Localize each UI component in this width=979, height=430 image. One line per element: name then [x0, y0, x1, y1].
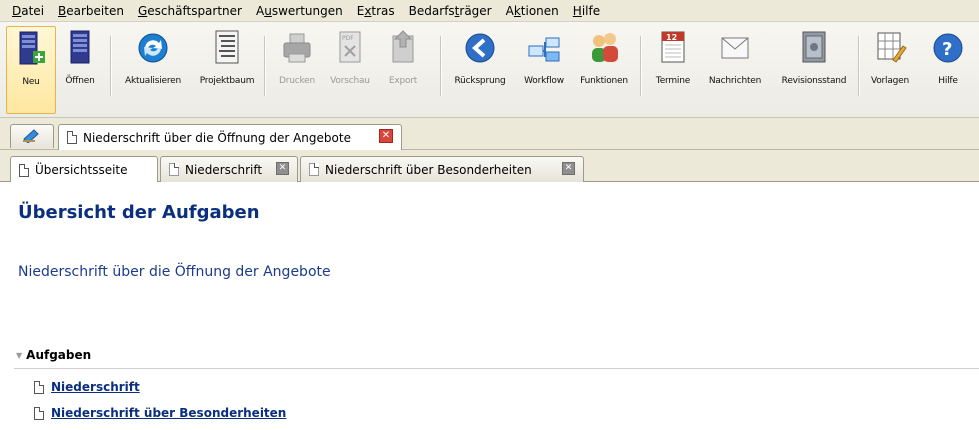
export-button[interactable]: Export: [380, 26, 426, 114]
home-tab[interactable]: [10, 124, 54, 148]
toolbar-separator: [440, 36, 441, 96]
functions-button[interactable]: Funktionen: [576, 26, 632, 114]
close-icon[interactable]: ✕: [562, 162, 575, 175]
menu-bedarfstraeger[interactable]: Bedarfsträger: [403, 4, 500, 18]
toolbar-separator: [264, 36, 265, 96]
close-icon[interactable]: ✕: [276, 162, 289, 175]
help-icon: ?: [931, 28, 965, 68]
menu-bearbeiten[interactable]: Bearbeiten: [52, 4, 132, 18]
users-icon: [587, 28, 621, 68]
templates-button[interactable]: Vorlagen: [864, 26, 916, 114]
menu-datei[interactable]: Datei: [6, 4, 52, 18]
content-area: Übersicht der Aufgaben Niederschrift übe…: [0, 182, 979, 430]
section-header-aufgaben[interactable]: ▼ Aufgaben: [16, 348, 91, 362]
close-icon[interactable]: ✕: [379, 129, 393, 143]
menu-extras[interactable]: Extras: [351, 4, 403, 18]
revision-button[interactable]: Revisionsstand: [772, 26, 856, 114]
menu-geschaeftspartner[interactable]: Geschäftspartner: [132, 4, 250, 18]
svg-text:?: ?: [942, 39, 952, 60]
document-tab[interactable]: Niederschrift über die Öffnung der Angeb…: [58, 124, 402, 150]
task-link-niederschrift[interactable]: Niederschrift: [51, 380, 140, 394]
collapse-arrow-icon: ▼: [16, 350, 23, 360]
back-button[interactable]: Rücksprung: [448, 26, 512, 114]
section-divider: [14, 368, 979, 369]
toolbar: Neu Öffnen Aktualisieren Projektbaum Dru…: [0, 22, 979, 118]
document-tab-label: Niederschrift über die Öffnung der Angeb…: [83, 130, 351, 145]
export-icon: [386, 28, 420, 68]
envelope-icon: [718, 28, 752, 68]
template-icon: [873, 28, 907, 68]
menu-auswertungen[interactable]: Auswertungen: [250, 4, 351, 18]
toolbar-separator: [110, 36, 111, 96]
workflow-icon: [527, 28, 561, 68]
print-button[interactable]: Drucken: [272, 26, 322, 114]
appointments-button[interactable]: 12 Termine: [648, 26, 698, 114]
document-icon: [169, 163, 179, 176]
tab-niederschrift[interactable]: Niederschrift ✕: [160, 156, 298, 182]
printer-icon: [280, 28, 314, 68]
toolbar-separator: [640, 36, 641, 96]
list-item: Niederschrift: [34, 380, 140, 394]
svg-text:12: 12: [666, 33, 677, 42]
document-icon: [34, 380, 44, 394]
document-icon: [67, 131, 77, 144]
document-icon: [34, 406, 44, 420]
tab-uebersichtsseite[interactable]: Übersichtsseite: [10, 156, 158, 183]
page-subtitle: Niederschrift über die Öffnung der Angeb…: [18, 264, 331, 280]
sub-tab-bar: Übersichtsseite Niederschrift ✕ Niedersc…: [0, 150, 979, 183]
menu-bar: Datei Bearbeiten Geschäftspartner Auswer…: [0, 0, 979, 22]
menu-aktionen[interactable]: Aktionen: [500, 4, 567, 18]
svg-text:PDF: PDF: [342, 35, 354, 42]
project-tree-button[interactable]: Projektbaum: [194, 26, 260, 114]
help-button[interactable]: ? Hilfe: [924, 26, 972, 114]
open-button[interactable]: Öffnen: [58, 26, 102, 114]
edit-shortcut-icon: [22, 127, 42, 146]
preview-button[interactable]: PDF Vorschau: [324, 26, 376, 114]
workflow-button[interactable]: Workflow: [516, 26, 572, 114]
messages-button[interactable]: Nachrichten: [702, 26, 768, 114]
back-arrow-icon: [463, 28, 497, 68]
refresh-button[interactable]: Aktualisieren: [118, 26, 188, 114]
document-tab-bar: Niederschrift über die Öffnung der Angeb…: [0, 118, 979, 150]
menu-hilfe[interactable]: Hilfe: [567, 4, 608, 18]
refresh-icon: [136, 28, 170, 68]
task-link-niederschrift-besonderheiten[interactable]: Niederschrift über Besonderheiten: [51, 406, 286, 420]
preview-icon: PDF: [333, 28, 367, 68]
document-icon: [309, 163, 319, 176]
calendar-icon: 12: [656, 28, 690, 68]
list-item: Niederschrift über Besonderheiten: [34, 406, 286, 420]
document-icon: [19, 163, 29, 177]
safe-icon: [797, 28, 831, 68]
open-server-icon: [63, 28, 97, 68]
tab-niederschrift-besonderheiten[interactable]: Niederschrift über Besonderheiten ✕: [300, 156, 584, 182]
new-server-icon: [14, 29, 48, 69]
page-title: Übersicht der Aufgaben: [18, 202, 260, 223]
project-tree-icon: [210, 28, 244, 68]
new-button[interactable]: Neu: [6, 26, 56, 114]
toolbar-separator: [858, 36, 859, 96]
